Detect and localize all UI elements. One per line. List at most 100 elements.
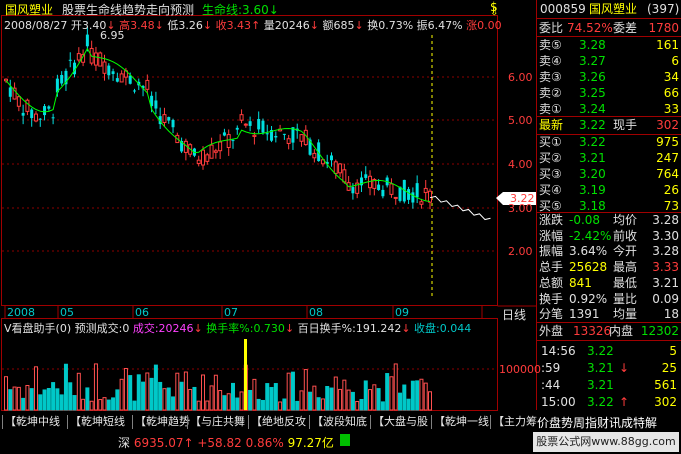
volume-bar-highlight	[244, 339, 247, 410]
candle-body	[128, 75, 132, 84]
price-axis-label: 2.00	[508, 245, 533, 258]
volume-bar	[158, 381, 163, 411]
tick-row: 15:00 3.22 ↑ 302	[541, 395, 677, 409]
tab-yuzhuang-gongwu[interactable]: 【与庄共舞	[187, 415, 245, 429]
candle-body	[222, 132, 226, 136]
volume-bar	[68, 382, 73, 411]
candle-body	[248, 121, 252, 126]
candle-body	[274, 135, 278, 138]
volume-bar	[350, 391, 355, 411]
candle-body	[30, 109, 34, 119]
candle-body	[196, 159, 201, 164]
volume-bar	[179, 381, 184, 411]
volume-bar	[402, 384, 407, 411]
candle-body	[231, 140, 235, 142]
candle-body	[282, 133, 286, 135]
buy-level-row: 买① 3.22 975	[539, 135, 679, 149]
volume-bar	[72, 395, 77, 411]
candle-body	[85, 34, 89, 47]
inner-outer-row: 外盘 13326 内盘 12302	[539, 324, 679, 338]
current-price-tag: 3.22	[510, 192, 535, 205]
volume-bar	[256, 398, 261, 411]
volume-bar	[252, 378, 257, 411]
candle-body	[115, 78, 119, 82]
volume-bar	[51, 382, 56, 411]
volume-bar	[145, 372, 150, 411]
candle-body	[47, 106, 51, 109]
candle-body	[16, 96, 21, 107]
volume-bar	[205, 400, 210, 411]
candle-body	[201, 149, 206, 166]
candle-body	[145, 79, 150, 90]
info-bar: 2008/08/27 开3.40↓ 高3.48↓ 低3.26↓ 收3.43↑ 量…	[4, 19, 502, 32]
volume-bar	[93, 363, 98, 411]
tab-juedi-fangong[interactable]: 【绝地反攻	[248, 415, 306, 429]
price-axis-label: 6.00	[508, 71, 533, 84]
candle-body	[21, 112, 25, 116]
volume-bar	[201, 374, 206, 411]
stock-name: 国风塑业	[5, 3, 54, 17]
volume-bar	[393, 363, 398, 411]
time-axis-label: 2008	[7, 306, 35, 319]
tab-qiankun-yixian[interactable]: 【乾坤一线	[431, 415, 489, 429]
volume-bar	[380, 401, 385, 411]
tab-boduan-zhidi[interactable]: 【波段知底	[309, 415, 367, 429]
candle-body	[381, 189, 385, 197]
volume-bar	[363, 380, 368, 411]
volume-bar	[89, 400, 94, 411]
volume-bar	[213, 374, 218, 411]
volume-bar	[235, 397, 240, 411]
buy-level-row: 买③ 3.20 764	[539, 167, 679, 181]
volume-bar	[385, 373, 390, 411]
candle-body	[68, 59, 72, 61]
volume-bar	[269, 387, 274, 411]
volume-bar	[333, 376, 338, 411]
volume-bar	[428, 391, 432, 411]
volume-bar	[209, 385, 214, 411]
volume-bar	[295, 400, 300, 411]
candle-body	[167, 117, 171, 121]
candle-body	[252, 134, 257, 137]
candle-body	[393, 196, 398, 199]
volume-bar	[85, 387, 90, 411]
candle-body	[423, 187, 428, 194]
tab-dapan-yugu[interactable]: 【大盘与股	[370, 415, 428, 429]
volume-bar	[376, 388, 381, 411]
stat-row: 总手 25628 最高 3.33	[539, 260, 679, 275]
volume-bar	[153, 364, 158, 411]
candle-body	[329, 155, 333, 161]
latest-row: 最新 3.22 现手 302	[539, 118, 679, 132]
candle-body	[60, 74, 64, 84]
tab-qiankun-zhongxian[interactable]: 【乾坤中线	[2, 415, 60, 429]
forecast-series	[429, 195, 491, 221]
candle-body	[8, 87, 12, 97]
volume-bar	[4, 376, 8, 411]
candle-body	[398, 186, 402, 201]
indicator-title: 股票生命线趋势走向预测	[62, 3, 195, 17]
volume-bar	[115, 389, 120, 411]
tab-qiankun-duanxian[interactable]: 【乾坤短线	[67, 415, 125, 429]
tab-qiankun-qushi[interactable]: 【乾坤趋势	[132, 415, 190, 429]
candle-body	[419, 201, 424, 205]
candle-body	[333, 161, 338, 174]
volume-bar	[415, 380, 420, 411]
stat-row: 振幅 3.64% 今开 3.28	[539, 244, 679, 259]
volume-bar	[410, 380, 415, 411]
tick-row: :59 3.21 ↓ 25	[541, 361, 677, 375]
volume-bar	[102, 397, 107, 411]
candle-body	[205, 154, 210, 162]
candle-body	[132, 90, 136, 92]
candle-body	[43, 106, 47, 116]
candle-body	[154, 100, 158, 109]
period-button[interactable]: 日线	[502, 306, 526, 323]
candle-body	[257, 119, 261, 130]
volume-bar	[183, 371, 188, 411]
candle-body	[93, 52, 98, 66]
tab-zhuli-chouma[interactable]: 【主力筹码	[490, 415, 537, 429]
volume-bar	[398, 392, 403, 411]
volume-bar	[260, 399, 265, 411]
stat-row: 涨跌 -0.08 均价 3.28	[539, 213, 679, 227]
volume-bar	[286, 372, 291, 411]
time-axis-label: 06	[135, 306, 149, 319]
candle-body	[389, 183, 394, 195]
